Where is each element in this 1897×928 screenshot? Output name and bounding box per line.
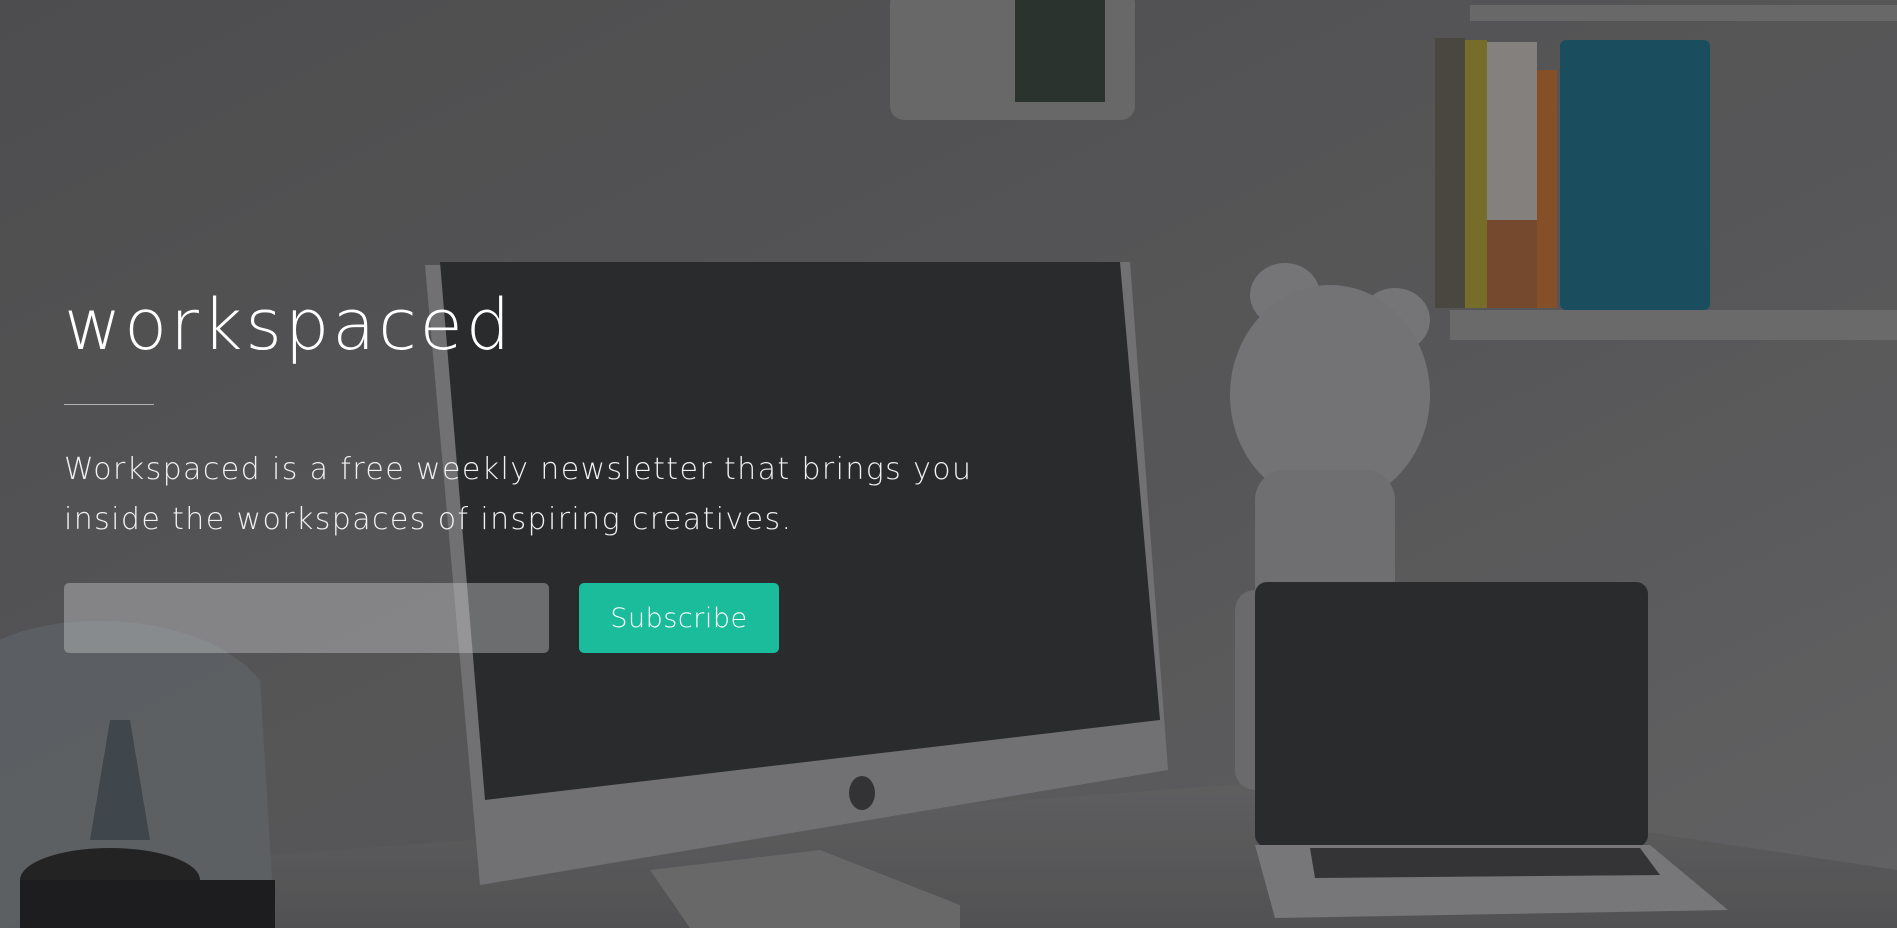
description-line-2: inside the workspaces of inspiring creat… bbox=[64, 502, 793, 537]
subscribe-form: Subscribe bbox=[64, 583, 1024, 653]
hero-section: workspaced Workspaced is a free weekly n… bbox=[0, 0, 1897, 928]
email-input[interactable] bbox=[64, 583, 549, 653]
newsletter-description: Workspaced is a free weekly newsletter t… bbox=[64, 445, 1024, 545]
subscribe-button[interactable]: Subscribe bbox=[579, 583, 779, 653]
description-line-1: Workspaced is a free weekly newsletter t… bbox=[64, 452, 973, 487]
hero-content: workspaced Workspaced is a free weekly n… bbox=[64, 280, 1024, 653]
site-title: workspaced bbox=[64, 284, 514, 366]
title-divider bbox=[64, 404, 154, 405]
